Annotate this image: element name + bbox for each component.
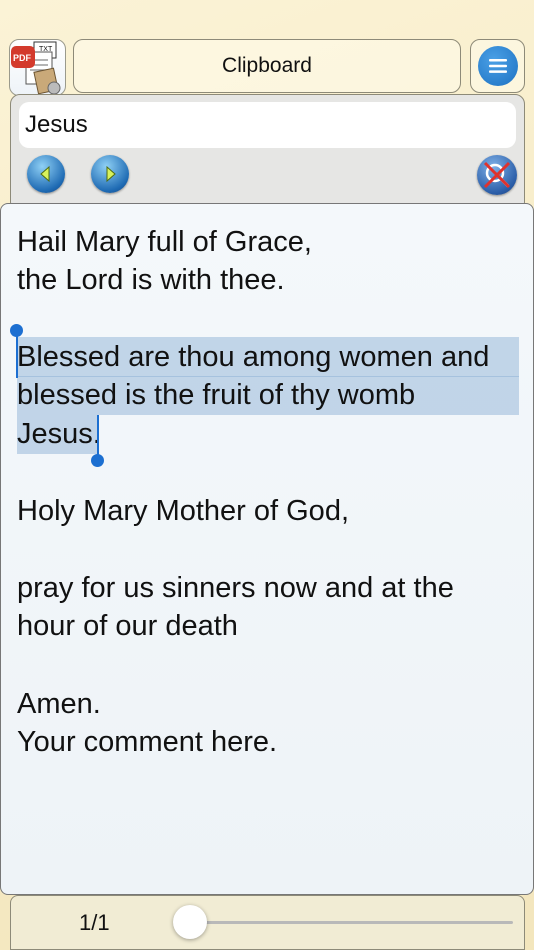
search-input[interactable] bbox=[19, 102, 516, 148]
text-line: hour of our death bbox=[17, 610, 238, 642]
pdf-txt-app-icon: TXT PDF bbox=[11, 41, 61, 95]
search-panel bbox=[10, 94, 525, 212]
title-bar: Clipboard bbox=[73, 39, 461, 93]
text-line: Blessed are thou among women and bbox=[17, 341, 490, 373]
page-indicator: 1/1 bbox=[79, 910, 110, 935]
text-line: Hail Mary full of Grace, bbox=[17, 226, 312, 258]
right-arrow-icon bbox=[106, 165, 116, 183]
text-line: Amen. bbox=[17, 688, 101, 720]
next-match-button[interactable] bbox=[91, 155, 129, 193]
hamburger-menu-icon bbox=[477, 46, 518, 86]
text-line: Your comment here. bbox=[17, 726, 278, 758]
app-icon[interactable]: TXT PDF bbox=[9, 39, 66, 96]
selection-start-caret bbox=[16, 332, 18, 378]
page-title: Clipboard bbox=[222, 54, 312, 77]
search-match: Jesus bbox=[17, 418, 93, 450]
page-navigation-bar: 1/1 bbox=[10, 895, 525, 950]
menu-button[interactable] bbox=[470, 39, 525, 93]
pdf-label: PDF bbox=[13, 53, 32, 63]
text-line: pray for us sinners now and at the bbox=[17, 572, 454, 604]
text-line: Holy Mary Mother of God, bbox=[17, 495, 349, 527]
text-line: blessed is the fruit of thy womb bbox=[17, 379, 416, 411]
left-arrow-icon bbox=[40, 165, 50, 183]
page-slider-thumb[interactable] bbox=[173, 905, 207, 939]
selection-end-handle[interactable] bbox=[91, 454, 104, 467]
page-slider-track[interactable] bbox=[189, 921, 513, 924]
clear-search-icon bbox=[483, 161, 511, 189]
selection-end-caret bbox=[97, 415, 99, 457]
clear-search-button[interactable] bbox=[477, 155, 517, 195]
text-line: Jesus. bbox=[17, 418, 101, 451]
text-editor[interactable]: Hail Mary full of Grace, the Lord is wit… bbox=[0, 203, 534, 895]
text-line: the Lord is with thee. bbox=[17, 264, 285, 296]
previous-match-button[interactable] bbox=[27, 155, 65, 193]
